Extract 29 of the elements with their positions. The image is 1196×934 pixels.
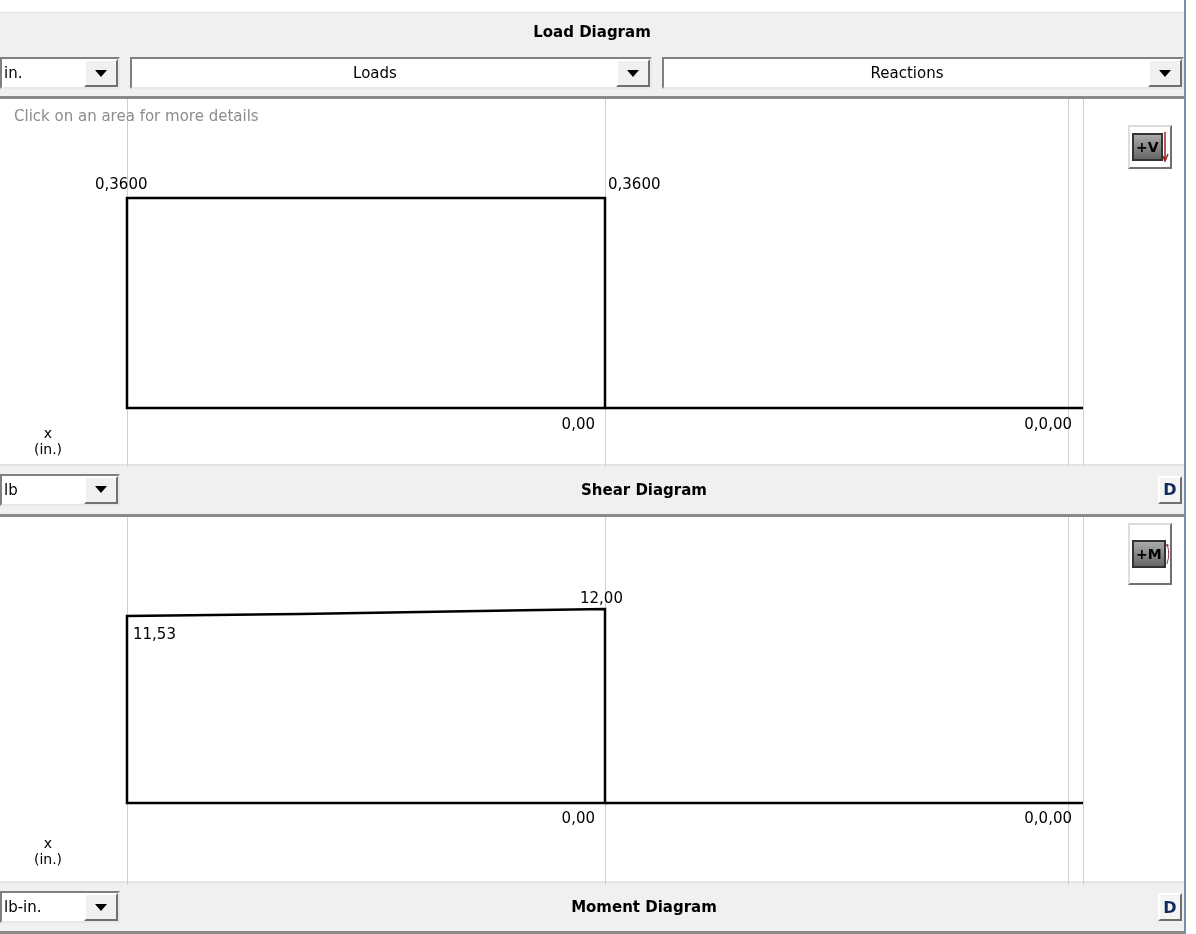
caret-icon [1159,69,1171,77]
caret-icon [95,903,107,911]
value-label: 0,00 [561,415,595,434]
value-label: 0,00 [561,808,595,827]
value-label: 0,3600 [608,175,661,194]
d-button[interactable]: D [1158,475,1182,504]
value-label: 11,53 [133,624,176,643]
sign-convention-button[interactable]: +M [1128,522,1172,585]
dropdown[interactable]: in. [0,57,120,90]
sign-convention-button[interactable]: +V [1128,125,1172,170]
value-label: 12,00 [580,588,623,607]
axis-label: x (in.) [32,425,64,458]
caret-icon [95,69,107,77]
hint-text: Click on an area for more details [14,107,259,126]
unit-dropdown[interactable]: lb [0,473,120,506]
axis-label: x (in.) [32,834,64,867]
arrow-icon [1162,132,1169,163]
panel-title: Moment Diagram [570,898,718,917]
value-label: 0,3600 [95,175,148,194]
unit-dropdown[interactable]: lb-in. [0,891,120,924]
value-label: 0,0,00 [1024,415,1072,434]
dropdown[interactable]: Reactions [662,57,1184,90]
dropdown[interactable]: Loads [130,57,652,90]
d-button[interactable]: D [1158,893,1182,922]
caret-icon [627,69,639,77]
caret-icon [95,486,107,494]
panel-title: Load Diagram [533,22,651,41]
panel-title: Shear Diagram [580,480,708,499]
value-label: 0,0,00 [1024,808,1072,827]
